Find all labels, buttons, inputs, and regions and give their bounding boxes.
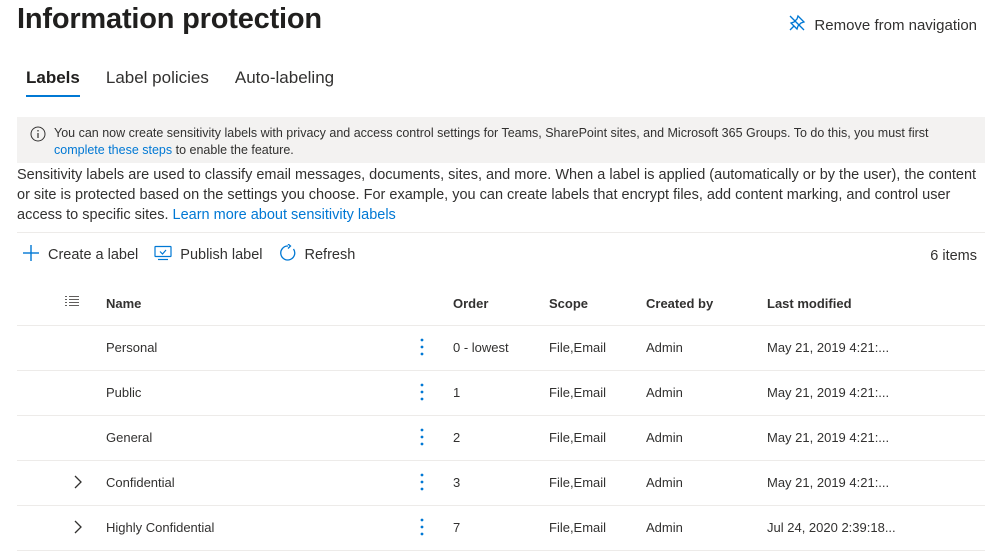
refresh-icon — [279, 243, 305, 266]
remove-from-navigation-button[interactable]: Remove from navigation — [788, 14, 977, 36]
row-last-modified: May 21, 2019 4:21:... — [767, 430, 890, 445]
row-name[interactable]: Personal — [106, 340, 157, 355]
list-view-icon[interactable] — [65, 295, 79, 310]
tab-labels[interactable]: Labels — [26, 68, 80, 97]
learn-more-link[interactable]: Learn more about sensitivity labels — [173, 207, 396, 223]
command-bar: Create a label Publish label Refresh — [22, 243, 371, 266]
refresh-text: Refresh — [304, 247, 356, 263]
publish-label-text: Publish label — [180, 247, 263, 263]
description: Sensitivity labels are used to classify … — [17, 165, 985, 225]
row-scope: File,Email — [549, 475, 607, 490]
refresh-button[interactable]: Refresh — [279, 243, 356, 266]
more-vertical-icon[interactable] — [420, 428, 424, 449]
row-name[interactable]: Confidential — [106, 475, 175, 490]
row-order: 3 — [453, 475, 461, 490]
banner-text: You can now create sensitivity labels wi… — [54, 126, 929, 140]
row-name[interactable]: Public — [106, 385, 141, 400]
row-last-modified: May 21, 2019 4:21:... — [767, 340, 890, 355]
row-order: 1 — [453, 385, 461, 400]
more-vertical-icon[interactable] — [420, 473, 424, 494]
row-scope: File,Email — [549, 520, 607, 535]
tab-auto-labeling[interactable]: Auto-labeling — [235, 68, 334, 97]
row-name[interactable]: General — [106, 430, 152, 445]
unpin-icon — [788, 14, 814, 36]
create-label-button[interactable]: Create a label — [22, 244, 138, 266]
row-last-modified: May 21, 2019 4:21:... — [767, 475, 890, 490]
more-vertical-icon[interactable] — [420, 383, 424, 404]
table-row[interactable]: Personal 0 - lowest File,Email Admin May… — [17, 326, 985, 371]
row-last-modified: Jul 24, 2020 2:39:18... — [767, 520, 896, 535]
row-scope: File,Email — [549, 430, 607, 445]
chevron-right-icon[interactable] — [73, 520, 83, 537]
description-text: Sensitivity labels are used to classify … — [17, 167, 977, 223]
row-created-by: Admin — [646, 430, 683, 445]
banner-suffix: to enable the feature. — [175, 142, 294, 157]
row-last-modified: May 21, 2019 4:21:... — [767, 385, 890, 400]
more-vertical-icon[interactable] — [420, 518, 424, 539]
column-header-scope[interactable]: Scope — [549, 296, 588, 311]
column-header-name[interactable]: Name — [106, 296, 141, 311]
publish-icon — [154, 245, 180, 265]
info-icon — [30, 126, 46, 147]
row-order: 2 — [453, 430, 461, 445]
column-header-last-modified[interactable]: Last modified — [767, 296, 852, 311]
row-order: 7 — [453, 520, 461, 535]
table-row[interactable]: Highly Confidential 7 File,Email Admin J… — [17, 506, 985, 551]
create-label-text: Create a label — [48, 247, 139, 263]
page-title: Information protection — [17, 3, 322, 35]
table-row[interactable]: General 2 File,Email Admin May 21, 2019 … — [17, 416, 985, 461]
chevron-right-icon[interactable] — [73, 475, 83, 492]
column-header-created-by[interactable]: Created by — [646, 296, 713, 311]
column-header-order[interactable]: Order — [453, 296, 488, 311]
table-header: Name Order Scope Created by Last modifie… — [17, 283, 985, 326]
publish-label-button[interactable]: Publish label — [154, 245, 263, 265]
row-scope: File,Email — [549, 385, 607, 400]
row-order: 0 - lowest — [453, 340, 509, 355]
row-scope: File,Email — [549, 340, 607, 355]
complete-these-steps-link[interactable]: complete these steps — [54, 143, 172, 157]
remove-from-navigation-label: Remove from navigation — [814, 16, 977, 34]
more-vertical-icon[interactable] — [420, 338, 424, 359]
row-created-by: Admin — [646, 340, 683, 355]
items-count: 6 items — [930, 248, 977, 264]
info-banner: You can now create sensitivity labels wi… — [17, 117, 985, 163]
table-row[interactable]: Public 1 File,Email Admin May 21, 2019 4… — [17, 371, 985, 416]
row-created-by: Admin — [646, 475, 683, 490]
row-name[interactable]: Highly Confidential — [106, 520, 214, 535]
plus-icon — [22, 244, 48, 266]
table-row[interactable]: Confidential 3 File,Email Admin May 21, … — [17, 461, 985, 506]
divider — [17, 232, 985, 233]
row-created-by: Admin — [646, 385, 683, 400]
row-created-by: Admin — [646, 520, 683, 535]
tab-label-policies[interactable]: Label policies — [106, 68, 209, 97]
tab-bar: Labels Label policies Auto-labeling — [26, 68, 360, 97]
labels-table: Name Order Scope Created by Last modifie… — [17, 283, 985, 551]
